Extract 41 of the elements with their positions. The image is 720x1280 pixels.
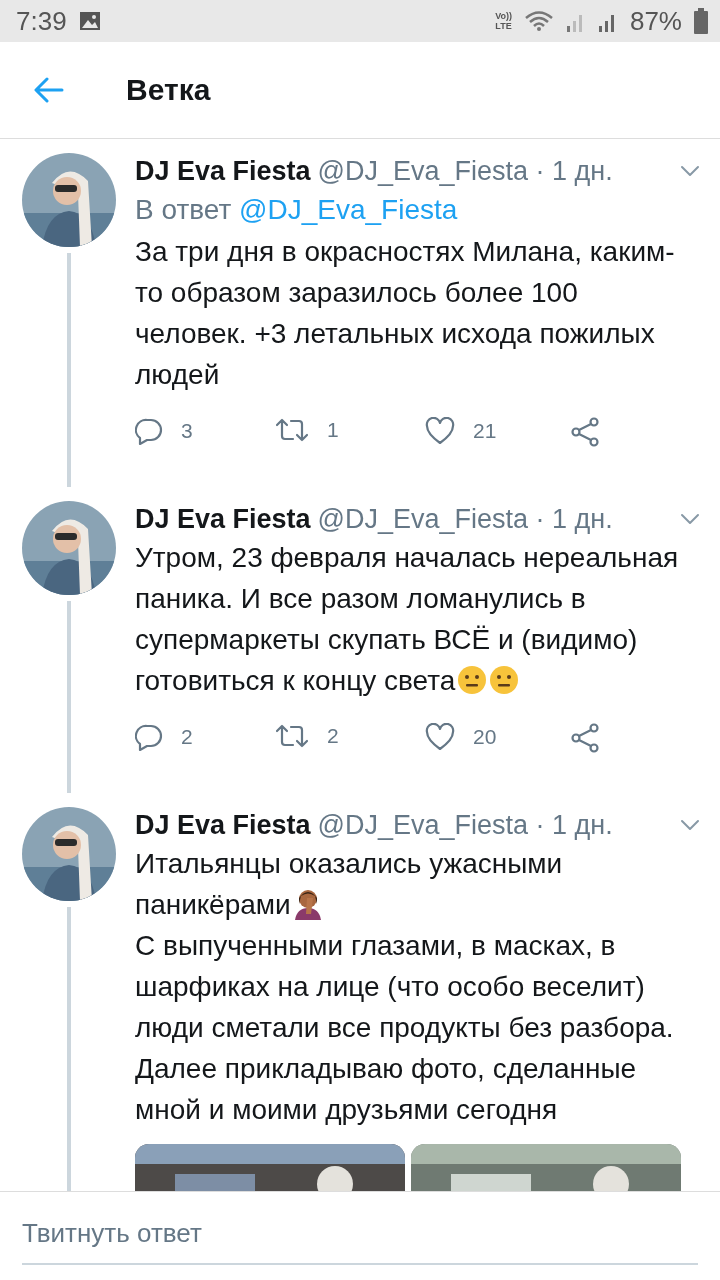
author-name: DJ Eva Fiesta bbox=[135, 503, 311, 536]
back-arrow-icon[interactable] bbox=[34, 77, 64, 103]
retweet-count: 1 bbox=[327, 418, 339, 442]
tweet-text: Итальянцы оказались ужасными паникёрами bbox=[135, 847, 564, 922]
reply-count: 3 bbox=[181, 419, 193, 443]
like-count: 21 bbox=[473, 419, 497, 443]
share-icon[interactable] bbox=[570, 417, 600, 447]
tweet-text: За три дня в окрасностях Милана, каким-то образом заразилось более 100 человек. +3 летальных исхода пожилых людей bbox=[135, 235, 676, 392]
author-name: DJ Eva Fiesta bbox=[135, 809, 311, 842]
like-count: 20 bbox=[473, 725, 497, 749]
reply-count: 2 bbox=[181, 725, 193, 749]
reply-context: В ответ @DJ_Eva_Fiesta bbox=[135, 193, 459, 227]
author-handle: @DJ_Eva_Fiesta · 1 дн. bbox=[317, 155, 613, 188]
chevron-down-icon[interactable] bbox=[680, 165, 700, 177]
battery-icon bbox=[694, 8, 708, 34]
author-handle: @DJ_Eva_Fiesta · 1 дн. bbox=[317, 809, 613, 842]
chevron-down-icon[interactable] bbox=[680, 513, 700, 525]
image-icon bbox=[78, 11, 101, 31]
author-handle: @DJ_Eva_Fiesta · 1 дн. bbox=[317, 503, 613, 536]
wifi-icon bbox=[523, 10, 554, 32]
tweet-text: Утром, 23 февраля началась нереальная паника. И все разом ломанулись в супермаркеты скупать ВСЁ и (видимо) готовиться к концу света bbox=[135, 541, 680, 698]
reply-icon[interactable] bbox=[135, 417, 163, 445]
neutral-face-icon bbox=[457, 665, 488, 695]
heart-icon[interactable] bbox=[425, 723, 455, 751]
tweet-text: С выпученными глазами, в масках, в шарфиках на лице (что особо веселит) люди сметали все продукты без разбора. bbox=[135, 929, 675, 1045]
heart-icon[interactable] bbox=[425, 417, 455, 445]
reply-icon[interactable] bbox=[135, 723, 163, 751]
neutral-face-icon bbox=[489, 665, 520, 695]
tweet-text: Далее прикладываю фото, сделанные мной и моими друзьями сегодня bbox=[135, 1052, 638, 1127]
share-icon[interactable] bbox=[570, 723, 600, 753]
retweet-icon[interactable] bbox=[275, 417, 309, 443]
chevron-down-icon[interactable] bbox=[680, 819, 700, 831]
mention-link[interactable]: @DJ_Eva_Fiesta bbox=[239, 194, 458, 225]
author-name: DJ Eva Fiesta bbox=[135, 155, 311, 188]
retweet-count: 2 bbox=[327, 724, 339, 748]
clock-time: 7:39 bbox=[16, 5, 67, 37]
retweet-icon[interactable] bbox=[275, 723, 309, 749]
battery-percent: 87% bbox=[629, 5, 682, 37]
volte-indicator: Vo)) LTE bbox=[495, 11, 512, 31]
page-title: Ветка bbox=[126, 73, 211, 107]
person-icon bbox=[292, 888, 323, 920]
